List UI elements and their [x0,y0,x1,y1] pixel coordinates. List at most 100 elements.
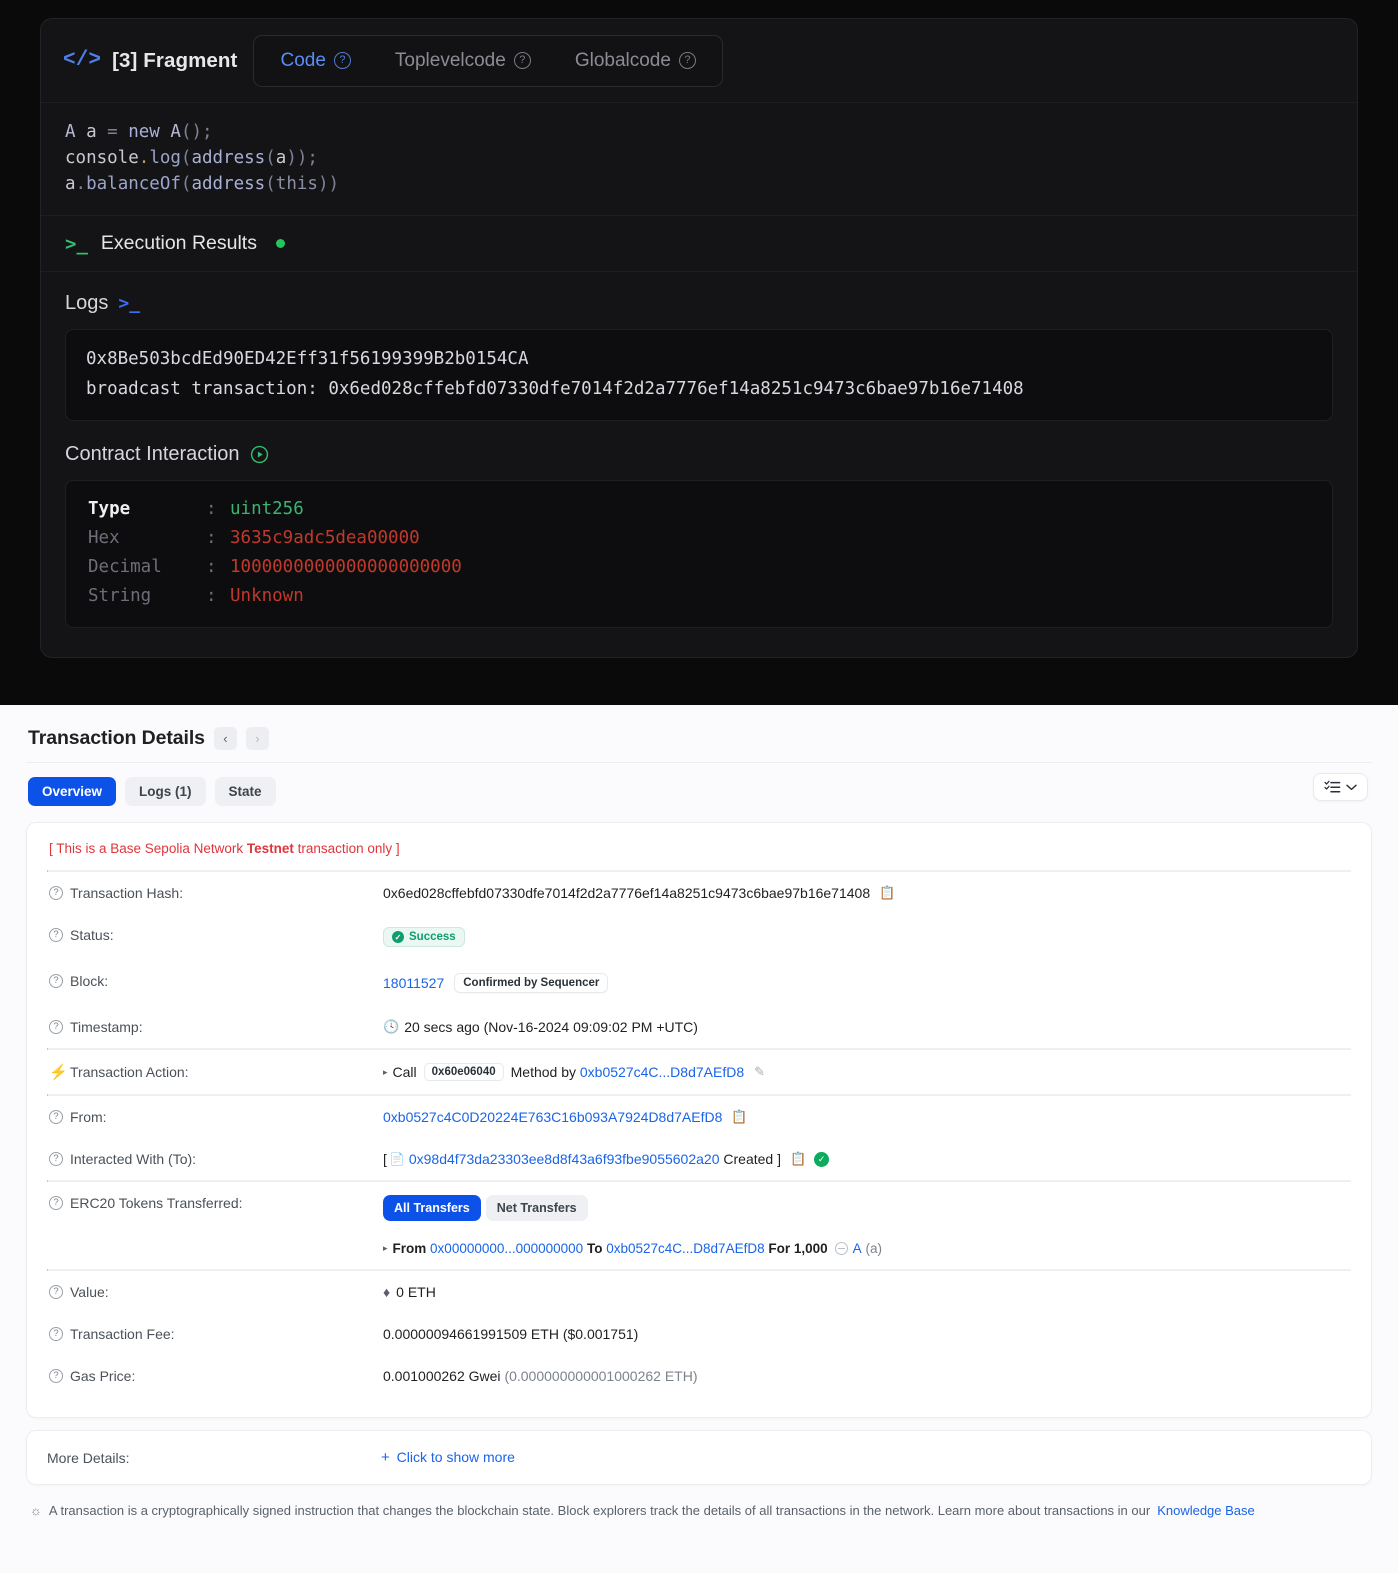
ci-colon: : [206,557,217,577]
ci-row-type: Type : uint256 [88,495,1310,524]
transfer-token-name: (a) [865,1241,882,1256]
knowledge-base-link[interactable]: Knowledge Base [1157,1503,1255,1518]
code-line: A a = new A(); [65,122,213,142]
tab-globalcode-label: Globalcode [574,49,671,71]
from-address-link[interactable]: 0xb0527c4C0D20224E763C16b093A7924D8d7AEf… [383,1109,722,1125]
row-value: ✓ Success [383,927,465,947]
to-address-link[interactable]: 0x98d4f73da23303ee8d8f43a6f93fbe9055602a… [409,1151,720,1167]
copy-icon[interactable]: 📋 [879,885,895,901]
clock-icon: 🕓 [383,1019,400,1034]
row-block: ? Block: 18011527 Confirmed by Sequencer [47,960,1351,1006]
tab-overview[interactable]: Overview [28,777,117,806]
show-more-link[interactable]: + Click to show more [381,1449,515,1466]
transaction-details-header: Transaction Details ‹ › [26,723,1372,762]
testnet-suffix: transaction only ] [293,841,400,856]
row-label: ? Status: [49,927,383,943]
timestamp-label: Timestamp: [70,1019,143,1035]
ci-value: uint256 [230,499,304,519]
prev-transaction-button[interactable]: ‹ [213,727,237,750]
view-options-button[interactable] [1313,773,1368,801]
ci-row-hex: Hex : 3635c9adc5dea00000 [88,524,1310,553]
help-icon[interactable]: ? [49,974,63,988]
row-value: [ 📄 0x98d4f73da23303ee8d8f43a6f93fbe9055… [383,1151,830,1167]
fragment-header: </> [3] Fragment Code ? Toplevelcode ? G… [41,19,1357,103]
net-transfers-button[interactable]: Net Transfers [485,1195,588,1221]
gas-value: 0.001000262 Gwei [383,1368,501,1384]
edit-pencil-icon[interactable]: ✎ [754,1064,765,1080]
contract-interaction-title: Contract Interaction [65,443,240,465]
code-editor[interactable]: A a = new A(); console.log(address(a)); … [41,103,1357,216]
erc20-label: ERC20 Tokens Transferred: [70,1195,243,1211]
ci-key: String [88,586,152,606]
ci-colon: : [206,499,217,519]
help-icon[interactable]: ? [513,52,531,69]
row-transaction-hash: ? Transaction Hash: 0x6ed028cffebfd07330d… [47,872,1351,914]
ci-value: 3635c9adc5dea00000 [230,528,420,548]
expand-caret-icon[interactable]: ▸ [383,1067,388,1078]
help-icon[interactable]: ? [49,1327,63,1341]
row-value: 🕓 20 secs ago (Nov-16-2024 09:09:02 PM +… [383,1019,698,1035]
row-value: 0xb0527c4C0D20224E763C16b093A7924D8d7AEf… [383,1109,748,1125]
tab-code-label: Code [280,49,326,71]
transfer-row: ▸ From 0x00000000...000000000 To 0xb0527… [383,1241,882,1256]
help-icon[interactable]: ? [333,52,351,69]
transaction-action-label: Transaction Action: [70,1064,189,1080]
help-icon[interactable]: ? [49,1110,63,1124]
code-brackets-icon: </> [63,49,102,72]
transfer-to-address-link[interactable]: 0xb0527c4C...D8d7AEfD8 [606,1241,764,1256]
row-value: 18011527 Confirmed by Sequencer [383,973,609,993]
fragment-title: [3] Fragment [112,48,238,72]
ethereum-icon: ♦ [383,1284,391,1300]
tab-state[interactable]: State [214,777,276,806]
help-icon[interactable]: ? [49,928,63,942]
copy-icon[interactable]: 📋 [790,1151,806,1167]
execution-results-header: >_ Execution Results [41,216,1357,272]
log-line: 0x8Be503bcdEd90ED42Eff31f56199399B2b0154… [86,349,529,369]
row-value: 0x6ed028cffebfd07330dfe7014f2d2a7776ef14… [383,885,895,901]
testnet-warning: [ This is a Base Sepolia Network Testnet… [47,839,1351,870]
ci-colon: : [206,528,217,548]
lightbulb-icon: ☼ [30,1503,42,1518]
terminal-icon: >_ [65,232,88,255]
transfer-from-address-link[interactable]: 0x00000000...000000000 [430,1241,583,1256]
ci-colon: : [206,586,217,606]
tab-logs[interactable]: Logs (1) [125,777,206,806]
help-icon[interactable]: ? [49,1285,63,1299]
all-transfers-button[interactable]: All Transfers [383,1195,481,1221]
next-transaction-button[interactable]: › [245,727,269,750]
tab-code[interactable]: Code ? [260,45,370,77]
action-method-by-text: Method by [510,1064,576,1080]
help-icon[interactable]: ? [678,52,696,69]
play-circle-icon[interactable] [250,445,269,464]
footer-note: ☼ A transaction is a cryptographically s… [26,1485,1372,1518]
expand-caret-icon[interactable]: ▸ [383,1243,388,1254]
row-label: ? Transaction Fee: [49,1326,383,1342]
help-icon[interactable]: ? [49,1196,63,1210]
value-label: Value: [70,1284,109,1300]
help-icon[interactable]: ? [49,886,63,900]
help-icon[interactable]: ? [49,1020,63,1034]
bracket-close: ] [777,1151,781,1167]
help-icon[interactable]: ? [49,1369,63,1383]
tab-globalcode[interactable]: Globalcode ? [555,45,716,77]
tab-toplevelcode[interactable]: Toplevelcode ? [375,45,551,77]
status-badge-label: Success [409,931,456,943]
action-address-link[interactable]: 0xb0527c4C...D8d7AEfD8 [580,1064,744,1080]
row-status: ? Status: ✓ Success [47,914,1351,960]
more-details-card: More Details: + Click to show more [26,1430,1372,1485]
row-value-eth: ? Value: ♦ 0 ETH [47,1271,1351,1313]
fragment-title-group: </> [3] Fragment [63,49,237,73]
block-number-link[interactable]: 18011527 [383,975,444,991]
help-icon[interactable]: ? [49,1152,63,1166]
value-amount: 0 ETH [396,1284,436,1300]
gas-label: Gas Price: [70,1368,136,1384]
transfer-token-symbol-link[interactable]: A [853,1241,862,1256]
row-gas-price: ? Gas Price: 0.001000262 Gwei (0.00000000… [47,1355,1351,1397]
token-icon [834,1242,848,1255]
row-label: ? Gas Price: [49,1368,383,1384]
copy-icon[interactable]: 📋 [731,1109,747,1125]
action-call-word: Call [392,1064,417,1080]
fee-label: Transaction Fee: [70,1326,175,1342]
row-value: 0.00000094661991509 ETH ($0.001751) [383,1326,638,1342]
terminal-icon: >_ [118,293,141,314]
